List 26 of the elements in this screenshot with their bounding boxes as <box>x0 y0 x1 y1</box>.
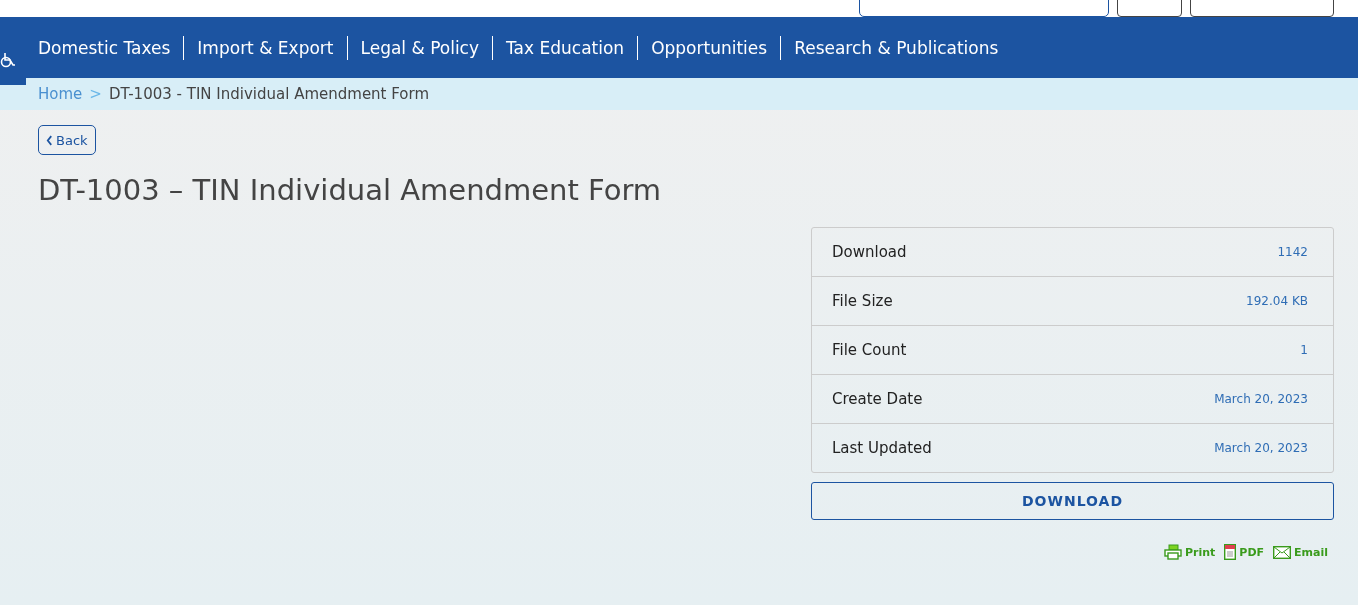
chevron-left-icon <box>46 134 53 146</box>
detail-value: 1 <box>1300 343 1308 357</box>
back-button[interactable]: Back <box>38 125 96 155</box>
breadcrumb-separator: > <box>89 85 102 103</box>
envelope-icon <box>1273 545 1292 559</box>
page-title: DT-1003 – TIN Individual Amendment Form <box>38 173 663 207</box>
download-button[interactable]: DOWNLOAD <box>811 482 1334 520</box>
detail-label: File Count <box>832 341 907 359</box>
printer-icon <box>1163 544 1182 560</box>
detail-value: March 20, 2023 <box>1214 441 1308 455</box>
nav-link[interactable]: Domestic Taxes <box>38 37 171 58</box>
nav-link[interactable]: Legal & Policy <box>360 37 480 58</box>
detail-label: Download <box>832 243 907 261</box>
breadcrumb-current: DT-1003 - TIN Individual Amendment Form <box>108 85 430 103</box>
detail-label: Create Date <box>832 390 923 408</box>
detail-label: Last Updated <box>832 439 932 457</box>
detail-value: 1142 <box>1277 245 1308 259</box>
nav-link[interactable]: Opportunities <box>651 37 768 58</box>
nav-link[interactable]: Tax Education <box>506 37 625 58</box>
detail-value: 192.04 KB <box>1246 294 1308 308</box>
detail-label: File Size <box>832 292 893 310</box>
document-icon <box>1224 544 1237 560</box>
nav-link[interactable]: Research & Publications <box>794 37 999 58</box>
wheelchair-icon <box>0 52 16 68</box>
detail-value: March 20, 2023 <box>1214 392 1308 406</box>
nav-link[interactable]: Import & Export <box>197 37 334 58</box>
